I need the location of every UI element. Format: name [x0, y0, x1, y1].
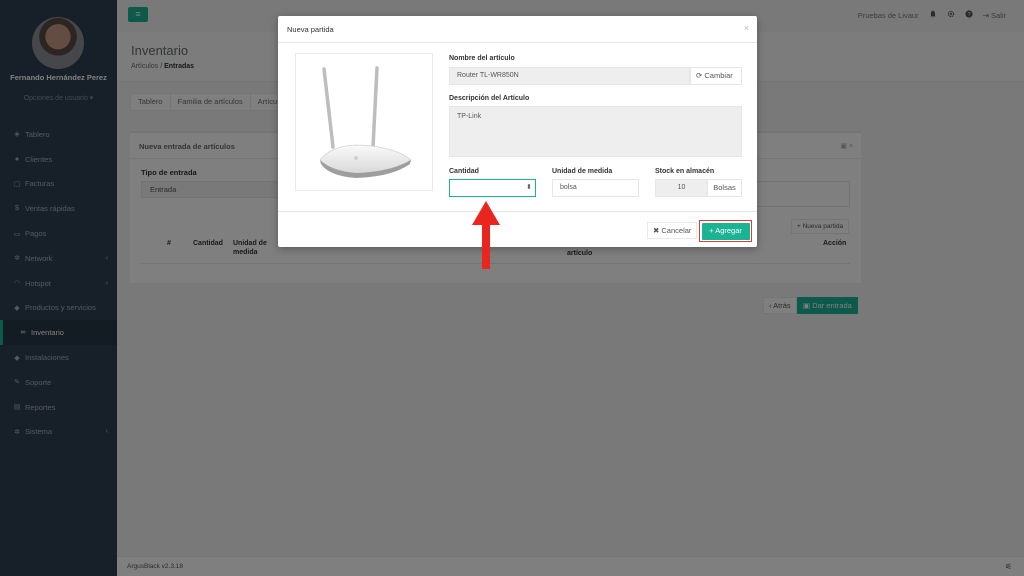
cantidad-input[interactable]: ⬍ — [449, 179, 536, 197]
cambiar-label: Cambiar — [704, 71, 733, 80]
modal-title: Nueva partida — [287, 25, 334, 34]
nombre-articulo-input[interactable]: Router TL-WR850N — [449, 67, 690, 85]
agregar-highlight: + Agregar — [699, 220, 752, 242]
spinner-icon[interactable]: ⬍ — [526, 183, 532, 191]
nueva-partida-modal: Nueva partida × Nombre del artículo Rout… — [278, 16, 757, 247]
stock-unit-addon: Bolsas — [707, 179, 742, 197]
unidad-medida-input[interactable]: bolsa — [552, 179, 639, 197]
stock-label: Stock en almacén — [655, 168, 715, 175]
unidad-medida-label: Unidad de medida — [552, 168, 613, 175]
router-icon — [319, 66, 412, 178]
cancel-label: Cancelar — [661, 226, 692, 235]
divider — [278, 211, 757, 212]
close-icon: ✖ — [653, 226, 660, 235]
cancel-button[interactable]: ✖ Cancelar — [647, 222, 698, 239]
stock-value: 10 — [655, 179, 708, 197]
cantidad-label: Cantidad — [449, 168, 479, 175]
nombre-articulo-label: Nombre del artículo — [449, 55, 515, 62]
descripcion-textarea[interactable]: TP-Link — [449, 106, 742, 157]
cambiar-button[interactable]: ⟳ Cambiar — [690, 67, 742, 85]
modal-close-icon[interactable]: × — [744, 23, 749, 33]
agregar-button[interactable]: + Agregar — [701, 222, 750, 240]
divider — [278, 42, 757, 43]
annotation-arrow-icon — [472, 201, 500, 269]
refresh-icon: ⟳ — [696, 71, 703, 80]
product-image — [295, 53, 433, 191]
agregar-label: Agregar — [715, 225, 742, 235]
plus-icon: + — [709, 225, 714, 235]
descripcion-label: Descripción del Artículo — [449, 95, 530, 102]
